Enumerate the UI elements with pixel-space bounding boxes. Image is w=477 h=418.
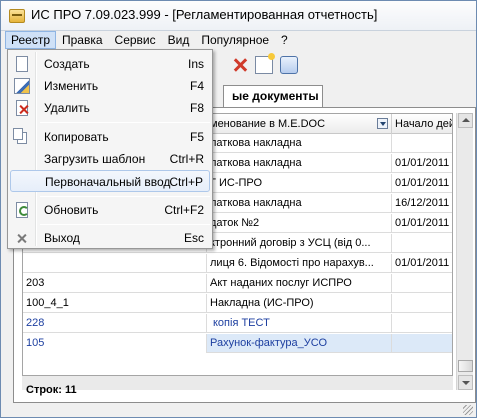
menu-item-refresh[interactable]: Обновить Ctrl+F2 (10, 199, 210, 221)
menu-item-create[interactable]: Создать Ins (10, 53, 210, 75)
cell-name: латкова накладна (207, 194, 392, 213)
table-row[interactable]: 203 Акт наданих послуг ИСПРО (23, 274, 452, 293)
menu-item-copy[interactable]: Копировать F5 (10, 126, 210, 148)
cell-start-date: 01/01/2011 (392, 214, 452, 233)
menu-item-label: Выход (44, 231, 80, 245)
cell-code: 203 (23, 274, 207, 293)
cell-start-date: 01/01/2011 (392, 254, 452, 273)
menu-item-exit[interactable]: Выход Esc (10, 227, 210, 249)
table-row-selected[interactable]: 105 Рахунок-фактура_УСО (23, 334, 452, 353)
menu-item-initial-input[interactable]: Первоначальный ввод Ctrl+P (10, 170, 210, 192)
cell-code: 228 (23, 314, 207, 333)
cell-start-date (392, 274, 452, 293)
tab-documents[interactable]: ые документы (223, 85, 323, 107)
column-header-name-label: менование в M.E.DOC (210, 118, 326, 130)
cell-start-date (392, 314, 452, 333)
reestr-dropdown-menu: Создать Ins Изменить F4 Удалить F8 Копир… (7, 49, 213, 249)
scroll-thumb[interactable] (458, 360, 473, 372)
vertical-scrollbar[interactable] (456, 113, 473, 390)
refresh-icon (16, 202, 29, 218)
status-bar (1, 405, 476, 417)
menu-item-label: Копировать (44, 130, 109, 144)
menu-separator (40, 196, 210, 197)
menu-item-label: Обновить (44, 203, 99, 217)
column-header-name[interactable]: менование в M.E.DOC (207, 114, 392, 134)
cell-start-date (392, 294, 452, 313)
menu-item-shortcut: Esc (183, 231, 204, 245)
row-count: Строк: 11 (26, 384, 77, 396)
table-row[interactable]: 228 копія ТЕСТ (23, 314, 452, 333)
new-document-icon (16, 56, 28, 72)
menu-item-shortcut: F4 (189, 79, 204, 93)
window-title: ИС ПРО 7.09.023.999 - [Регламентированна… (31, 7, 378, 22)
cell-name: даток №2 (207, 214, 392, 233)
table-row[interactable]: 100_4_1 Накладна (ИС-ПРО) (23, 294, 452, 313)
scroll-down-icon[interactable] (458, 375, 473, 390)
cell-name: лиця 6. Відомості про нарахув... (207, 254, 392, 273)
menu-separator (40, 122, 210, 123)
menu-bar: Реестр Правка Сервис Вид Популярное ? (5, 31, 474, 49)
app-icon (9, 9, 25, 23)
cell-name: Накладна (ИС-ПРО) (207, 294, 392, 313)
copy-icon (13, 128, 23, 140)
new-document-icon[interactable] (255, 53, 275, 74)
menu-pravka[interactable]: Правка (56, 31, 109, 49)
filter-dropdown-icon[interactable] (377, 118, 388, 129)
column-header-start-date[interactable]: Начало дей (392, 114, 452, 134)
cell-start-date (392, 234, 452, 253)
menu-help[interactable]: ? (275, 31, 294, 49)
app-window: ИС ПРО 7.09.023.999 - [Регламентированна… (0, 0, 477, 418)
menu-item-shortcut: F5 (189, 130, 204, 144)
menu-separator (40, 224, 210, 225)
menu-item-label: Изменить (44, 79, 99, 93)
cell-start-date (392, 334, 452, 353)
menu-item-label: Первоначальный ввод (45, 175, 171, 189)
menu-servis[interactable]: Сервис (109, 31, 162, 49)
cell-name: ктронний договір з УСЦ (від 0... (207, 234, 392, 253)
menu-vid[interactable]: Вид (162, 31, 196, 49)
menu-item-shortcut: Ctrl+F2 (164, 203, 204, 217)
cell-name: Акт наданих послуг ИСПРО (207, 274, 392, 293)
cell-name: Г ИС-ПРО (207, 174, 392, 193)
menu-item-shortcut: Ctrl+R (169, 152, 204, 166)
menu-item-label: Удалить (44, 101, 90, 115)
title-bar: ИС ПРО 7.09.023.999 - [Регламентированна… (1, 1, 476, 31)
menu-item-shortcut: Ctrl+P (169, 175, 203, 189)
menu-item-delete[interactable]: Удалить F8 (10, 97, 210, 119)
cell-name: копія ТЕСТ (207, 314, 392, 333)
cell-name: латкова накладна (207, 154, 392, 173)
menu-reestr[interactable]: Реестр (5, 31, 56, 49)
cell-start-date: 01/01/2011 (392, 174, 452, 193)
menu-item-shortcut: F8 (189, 101, 204, 115)
resize-grip-icon[interactable] (463, 405, 473, 415)
message-icon[interactable] (280, 56, 298, 74)
scroll-up-icon[interactable] (458, 113, 473, 128)
cell-code (23, 254, 207, 273)
edit-icon (14, 78, 30, 94)
menu-item-edit[interactable]: Изменить F4 (10, 75, 210, 97)
cell-code: 105 (23, 334, 207, 353)
delete-icon (16, 100, 28, 116)
menu-populyarnoe[interactable]: Популярное (195, 31, 275, 49)
cell-name: Рахунок-фактура_УСО (207, 334, 392, 353)
menu-item-load-template[interactable]: Загрузить шаблон Ctrl+R (10, 148, 210, 170)
delete-icon[interactable] (231, 56, 249, 74)
cell-start-date: 16/12/2011 (392, 194, 452, 213)
menu-item-label: Загрузить шаблон (44, 152, 146, 166)
cell-name: латкова накладна (207, 134, 392, 153)
cell-start-date: 01/01/2011 (392, 154, 452, 173)
menu-item-label: Создать (44, 57, 90, 71)
cell-start-date (392, 134, 452, 153)
exit-icon (14, 230, 30, 246)
cell-code: 100_4_1 (23, 294, 207, 313)
menu-item-shortcut: Ins (187, 57, 204, 71)
table-row[interactable]: лиця 6. Відомості про нарахув... 01/01/2… (23, 254, 452, 273)
horizontal-scrollbar[interactable] (22, 376, 453, 390)
